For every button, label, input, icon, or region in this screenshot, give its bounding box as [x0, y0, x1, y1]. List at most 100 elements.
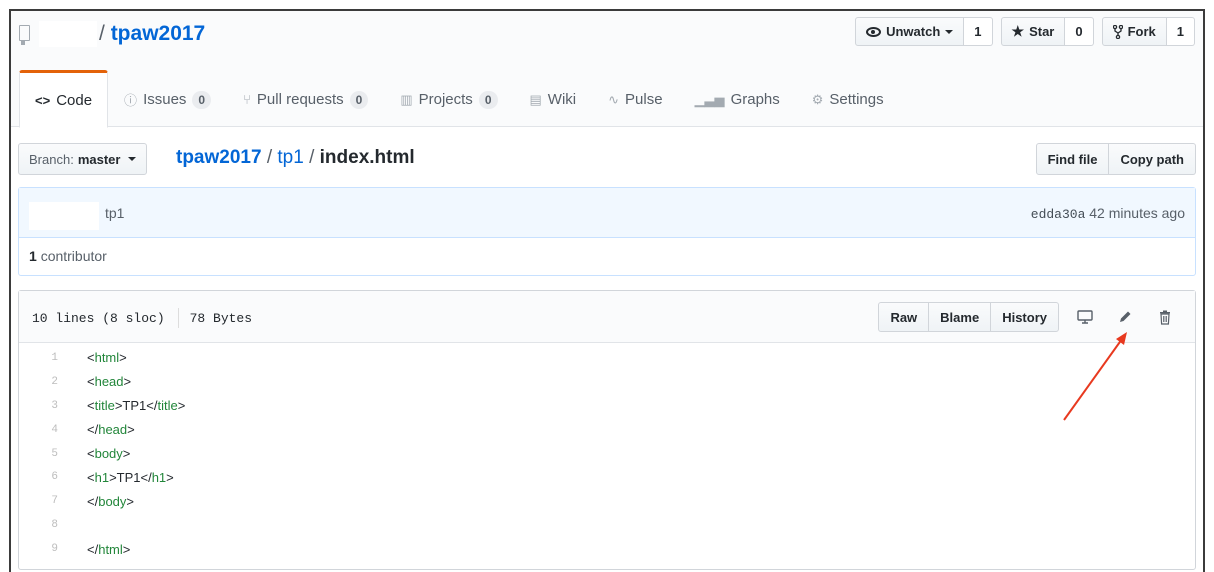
file-lines-info: 10 lines (8 sloc): [32, 310, 165, 326]
code-line: 1 <html>: [19, 346, 1195, 370]
breadcrumb-repo-link[interactable]: tpaw2017: [176, 147, 262, 168]
code-line: 6 <h1>TP1</h1>: [19, 465, 1195, 489]
commit-time: 42 minutes ago: [1089, 205, 1185, 221]
contributors-count: 1: [29, 248, 37, 264]
code-line: 5 <body>: [19, 442, 1195, 466]
graph-icon: ▁▃▅: [694, 91, 725, 107]
breadcrumb: tpaw2017 / tp1 / index.html: [176, 147, 415, 169]
forks-count[interactable]: 1: [1166, 17, 1195, 46]
code-line: 3 <title>TP1</title>: [19, 394, 1195, 418]
pencil-icon[interactable]: [1105, 302, 1145, 332]
book-icon: ▤: [529, 91, 542, 107]
pull-requests-counter: 0: [349, 90, 369, 109]
star-label: Star: [1029, 24, 1055, 39]
desktop-icon[interactable]: [1065, 302, 1105, 332]
code-line: 7 </body>: [19, 489, 1195, 513]
tab-pull-requests-label: Pull requests: [256, 91, 344, 108]
code-content: </html>: [87, 541, 131, 557]
code-content: <h1>TP1</h1>: [87, 469, 174, 485]
file-info: 10 lines (8 sloc) 78 Bytes: [32, 308, 252, 328]
stargazers-count[interactable]: 0: [1065, 17, 1094, 46]
code-view: 1 <html> 2 <head> 3 <title>TP1</title> 4 </h…: [19, 343, 1195, 561]
file-navigation: Branch: master tpaw2017 / tp1 / index.ht…: [18, 143, 1196, 177]
breadcrumb-file-name: index.html: [319, 147, 415, 168]
tab-projects[interactable]: ▥ Projects 0: [384, 70, 513, 127]
file-nav-buttons: Find file Copy path: [1035, 143, 1196, 175]
github-file-view: / tpaw2017 Unwatch 1 ★ Star 0 Fork 1 <> …: [9, 9, 1205, 572]
breadcrumb-separator: /: [309, 147, 315, 168]
line-number[interactable]: 5: [19, 448, 69, 460]
projects-counter: 0: [478, 90, 498, 109]
repo-icon: [19, 25, 30, 45]
file-box: 10 lines (8 sloc) 78 Bytes Raw Blame His…: [18, 290, 1196, 570]
eye-icon: [866, 26, 882, 37]
contributors-label: contributor: [40, 248, 107, 264]
tab-graphs[interactable]: ▁▃▅ Graphs: [679, 70, 796, 127]
file-size: 78 Bytes: [189, 310, 253, 326]
tab-wiki-label: Wiki: [547, 91, 577, 108]
repo-name-link[interactable]: tpaw2017: [111, 22, 206, 45]
commit-sha-link[interactable]: edda30a: [1031, 207, 1086, 222]
branch-name: master: [77, 151, 121, 167]
contributors-summary[interactable]: 1 contributor: [19, 238, 1195, 275]
tab-wiki[interactable]: ▤ Wiki: [514, 70, 593, 127]
code-content: <head>: [87, 374, 132, 390]
fork-group: Fork 1: [1101, 17, 1195, 46]
chevron-down-icon: [945, 29, 954, 34]
tab-settings[interactable]: ⚙ Settings: [796, 70, 900, 127]
code-content: <html>: [87, 350, 127, 366]
blame-button[interactable]: Blame: [928, 302, 992, 332]
branch-prefix: Branch:: [29, 151, 74, 167]
tab-settings-label: Settings: [829, 91, 884, 108]
commit-message-link[interactable]: tp1: [105, 205, 124, 221]
line-number[interactable]: 6: [19, 471, 69, 483]
tab-code-label: Code: [56, 91, 93, 109]
code-content: </body>: [87, 493, 135, 509]
find-file-button[interactable]: Find file: [1035, 143, 1110, 175]
owner-name-redacted: [39, 21, 97, 47]
line-number[interactable]: 3: [19, 400, 69, 412]
history-button[interactable]: History: [990, 302, 1059, 332]
divider: [177, 308, 179, 328]
unwatch-button[interactable]: Unwatch: [855, 17, 965, 46]
code-line: 8: [19, 513, 1195, 537]
breadcrumb-folder-link[interactable]: tp1: [277, 147, 303, 168]
issue-icon: ⓘ: [124, 93, 138, 108]
chevron-down-icon: [128, 157, 137, 161]
repo-tabs: <> Code ⓘ Issues 0 ⑂ Pull requests 0 ▥ P…: [19, 70, 900, 128]
copy-path-button[interactable]: Copy path: [1109, 143, 1196, 175]
project-icon: ▥: [400, 91, 413, 107]
line-number[interactable]: 8: [19, 519, 69, 531]
code-content: </head>: [87, 422, 135, 438]
fork-button[interactable]: Fork: [1101, 17, 1167, 46]
pulse-icon: ∿: [608, 91, 620, 107]
raw-button[interactable]: Raw: [878, 302, 930, 332]
tab-issues[interactable]: ⓘ Issues 0: [108, 70, 227, 127]
breadcrumb-separator: /: [266, 147, 273, 168]
tab-pulse[interactable]: ∿ Pulse: [592, 70, 678, 127]
watch-group: Unwatch 1: [855, 17, 993, 46]
trash-icon[interactable]: [1145, 302, 1185, 332]
issues-counter: 0: [192, 90, 212, 109]
tab-pulse-label: Pulse: [625, 91, 663, 108]
file-actions: Raw Blame History: [878, 302, 1185, 332]
tab-graphs-label: Graphs: [730, 91, 780, 108]
line-number[interactable]: 2: [19, 376, 69, 388]
code-content: <body>: [87, 446, 131, 461]
code-content: <title>TP1</title>: [87, 398, 186, 414]
line-number[interactable]: 4: [19, 424, 69, 436]
code-line: 9 </html>: [19, 537, 1195, 561]
watchers-count[interactable]: 1: [964, 17, 993, 46]
branch-selector[interactable]: Branch: master: [18, 143, 148, 175]
gear-icon: ⚙: [811, 91, 824, 107]
tab-pull-requests[interactable]: ⑂ Pull requests 0: [227, 70, 384, 127]
line-number[interactable]: 9: [19, 543, 69, 555]
line-number[interactable]: 7: [19, 495, 69, 507]
tab-code[interactable]: <> Code: [19, 70, 109, 128]
repo-title: / tpaw2017: [99, 22, 205, 46]
star-button[interactable]: ★ Star: [1000, 17, 1066, 46]
line-number[interactable]: 1: [19, 352, 69, 364]
unwatch-label: Unwatch: [886, 24, 941, 39]
file-view-buttons: Raw Blame History: [878, 302, 1059, 332]
fork-label: Fork: [1127, 24, 1156, 39]
